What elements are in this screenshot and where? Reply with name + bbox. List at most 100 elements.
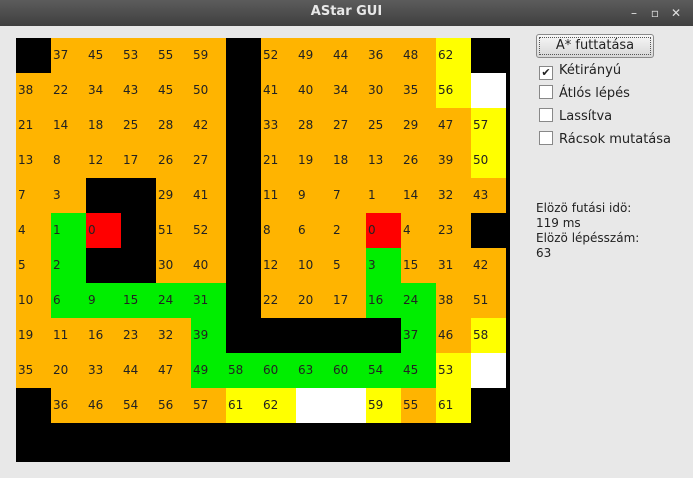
closed-cell[interactable]: 14	[51, 108, 86, 143]
wall-cell[interactable]	[86, 178, 121, 213]
wall-cell[interactable]	[121, 213, 156, 248]
path-cell[interactable]: 45	[401, 353, 436, 388]
path-cell[interactable]: 60	[261, 353, 296, 388]
maximize-icon[interactable]: ▫	[647, 5, 663, 21]
closed-cell[interactable]: 30	[156, 248, 191, 283]
closed-cell[interactable]: 51	[156, 213, 191, 248]
closed-cell[interactable]: 56	[156, 388, 191, 423]
closed-cell[interactable]: 39	[436, 143, 471, 178]
closed-cell[interactable]: 6	[296, 213, 331, 248]
closed-cell[interactable]: 41	[191, 178, 226, 213]
open-cell[interactable]: 61	[436, 388, 471, 423]
path-cell[interactable]: 9	[86, 283, 121, 318]
closed-cell[interactable]: 17	[331, 283, 366, 318]
closed-cell[interactable]: 41	[261, 73, 296, 108]
closed-cell[interactable]: 38	[436, 283, 471, 318]
closed-cell[interactable]: 18	[86, 108, 121, 143]
open-cell[interactable]: 50	[471, 143, 506, 178]
closed-cell[interactable]: 40	[296, 73, 331, 108]
open-cell[interactable]: 57	[471, 108, 506, 143]
closed-cell[interactable]: 25	[121, 108, 156, 143]
closed-cell[interactable]: 19	[296, 143, 331, 178]
closed-cell[interactable]: 19	[16, 318, 51, 353]
closed-cell[interactable]: 23	[121, 318, 156, 353]
wall-cell[interactable]	[16, 388, 51, 423]
closed-cell[interactable]: 11	[261, 178, 296, 213]
closed-cell[interactable]: 33	[261, 108, 296, 143]
path-cell[interactable]: 60	[331, 353, 366, 388]
wall-cell[interactable]	[471, 38, 506, 73]
path-cell[interactable]: 2	[51, 248, 86, 283]
path-cell[interactable]: 3	[366, 248, 401, 283]
closed-cell[interactable]: 29	[156, 178, 191, 213]
closed-cell[interactable]: 15	[401, 248, 436, 283]
closed-cell[interactable]: 55	[401, 388, 436, 423]
closed-cell[interactable]: 8	[51, 143, 86, 178]
path-cell[interactable]: 54	[366, 353, 401, 388]
closed-cell[interactable]: 51	[471, 283, 506, 318]
closed-cell[interactable]: 1	[366, 178, 401, 213]
wall-cell[interactable]	[121, 423, 156, 458]
closed-cell[interactable]: 43	[471, 178, 506, 213]
bidirectional-checkbox[interactable]: ✔ Kétirányú	[539, 63, 621, 81]
checkbox-box[interactable]	[539, 85, 553, 99]
closed-cell[interactable]: 34	[331, 73, 366, 108]
open-cell[interactable]: 61	[226, 388, 261, 423]
empty-cell[interactable]	[331, 388, 366, 423]
closed-cell[interactable]: 59	[191, 38, 226, 73]
closed-cell[interactable]: 44	[121, 353, 156, 388]
closed-cell[interactable]: 27	[331, 108, 366, 143]
closed-cell[interactable]: 18	[331, 143, 366, 178]
path-cell[interactable]: 6	[51, 283, 86, 318]
closed-cell[interactable]: 10	[16, 283, 51, 318]
astar-grid[interactable]: 37 45 53 55 59 52 49 44 36 48 62 38 22 34 43 45 50 41 40 34…	[16, 38, 510, 462]
close-icon[interactable]: ✕	[668, 5, 684, 21]
checkbox-box[interactable]	[539, 131, 553, 145]
show-grid-checkbox[interactable]: Rácsok mutatása	[539, 131, 671, 149]
closed-cell[interactable]: 7	[331, 178, 366, 213]
path-cell[interactable]: 24	[156, 283, 191, 318]
empty-cell[interactable]	[471, 353, 506, 388]
wall-cell[interactable]	[296, 318, 331, 353]
closed-cell[interactable]: 32	[436, 178, 471, 213]
closed-cell[interactable]: 8	[261, 213, 296, 248]
closed-cell[interactable]: 2	[331, 213, 366, 248]
closed-cell[interactable]: 3	[51, 178, 86, 213]
closed-cell[interactable]: 4	[401, 213, 436, 248]
closed-cell[interactable]: 27	[191, 143, 226, 178]
checkbox-box[interactable]	[539, 108, 553, 122]
closed-cell[interactable]: 37	[51, 38, 86, 73]
open-cell[interactable]: 62	[261, 388, 296, 423]
title-bar[interactable]: AStar GUI – ▫ ✕	[0, 0, 693, 26]
wall-cell[interactable]	[226, 73, 261, 108]
closed-cell[interactable]: 7	[16, 178, 51, 213]
closed-cell[interactable]: 20	[51, 353, 86, 388]
wall-cell[interactable]	[226, 283, 261, 318]
closed-cell[interactable]: 11	[51, 318, 86, 353]
wall-cell[interactable]	[471, 388, 506, 423]
closed-cell[interactable]: 13	[16, 143, 51, 178]
path-cell[interactable]: 1	[51, 213, 86, 248]
closed-cell[interactable]: 9	[296, 178, 331, 213]
closed-cell[interactable]: 44	[331, 38, 366, 73]
closed-cell[interactable]: 21	[261, 143, 296, 178]
open-cell[interactable]: 62	[436, 38, 471, 73]
path-cell[interactable]: 37	[401, 318, 436, 353]
closed-cell[interactable]: 55	[156, 38, 191, 73]
closed-cell[interactable]: 13	[366, 143, 401, 178]
wall-cell[interactable]	[226, 318, 261, 353]
wall-cell[interactable]	[331, 423, 366, 458]
run-astar-button[interactable]: A* futtatása	[536, 34, 654, 58]
wall-cell[interactable]	[366, 423, 401, 458]
wall-cell[interactable]	[16, 423, 51, 458]
closed-cell[interactable]: 5	[331, 248, 366, 283]
closed-cell[interactable]: 45	[86, 38, 121, 73]
closed-cell[interactable]: 49	[296, 38, 331, 73]
open-cell[interactable]: 53	[436, 353, 471, 388]
closed-cell[interactable]: 48	[401, 38, 436, 73]
closed-cell[interactable]: 29	[401, 108, 436, 143]
closed-cell[interactable]: 43	[121, 73, 156, 108]
wall-cell[interactable]	[86, 248, 121, 283]
wall-cell[interactable]	[471, 423, 506, 458]
wall-cell[interactable]	[226, 213, 261, 248]
